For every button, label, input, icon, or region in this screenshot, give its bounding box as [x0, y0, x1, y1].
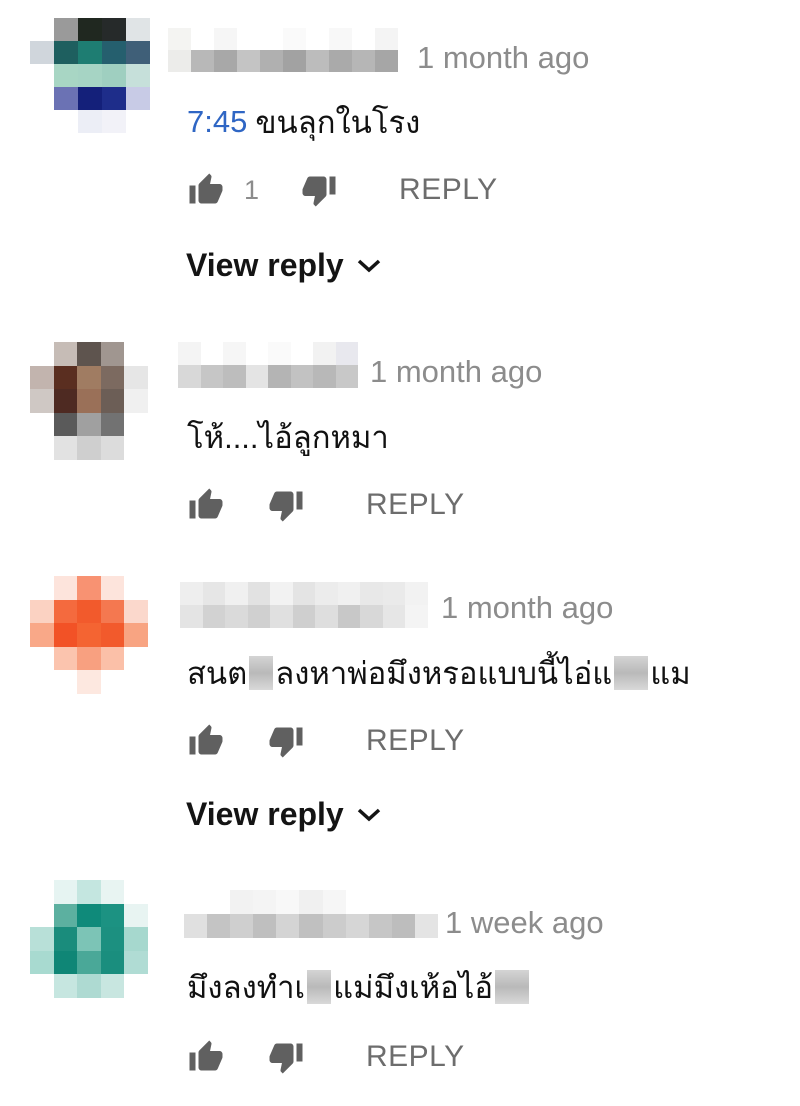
- comment-text-part: แม: [650, 656, 691, 691]
- thumbs-up-icon[interactable]: [186, 485, 226, 525]
- reply-button[interactable]: REPLY: [366, 724, 465, 758]
- reply-button[interactable]: REPLY: [399, 173, 498, 207]
- comment-text-part: แม่มึงเห้อไอ้: [333, 970, 493, 1005]
- comment-text-body: ขนลุกในโรง: [255, 105, 421, 140]
- thumbs-down-icon[interactable]: [299, 170, 339, 210]
- thumbs-down-icon[interactable]: [266, 485, 306, 525]
- thumbs-down-icon[interactable]: [266, 1037, 306, 1077]
- thumbs-up-icon[interactable]: [186, 170, 226, 210]
- comment-actions: REPLY: [186, 721, 465, 761]
- comment-actions: REPLY: [186, 485, 465, 525]
- comment-time[interactable]: 1 month ago: [370, 354, 542, 390]
- avatar[interactable]: [30, 880, 148, 998]
- comment-time[interactable]: 1 month ago: [417, 40, 589, 76]
- thumbs-up-icon[interactable]: [186, 1037, 226, 1077]
- censor-blur: [249, 656, 274, 690]
- chevron-down-icon: [356, 257, 382, 275]
- comment-actions: REPLY: [186, 1037, 465, 1077]
- author-name-blurred[interactable]: [184, 890, 438, 938]
- thumbs-down-icon[interactable]: [266, 721, 306, 761]
- author-name-blurred[interactable]: [178, 342, 358, 388]
- comment-text: 7:45 ขนลุกในโรง: [187, 97, 420, 147]
- comment-text: โห้....ไอ้ลูกหมา: [187, 412, 389, 462]
- author-name-blurred[interactable]: [168, 28, 398, 72]
- censor-blur: [495, 970, 529, 1004]
- comment-text-part: ลงหาพ่อมึงหรอแบบนี้ไอ่แ: [275, 656, 613, 691]
- avatar[interactable]: [30, 18, 150, 156]
- author-name-blurred[interactable]: [180, 582, 428, 628]
- comment-time[interactable]: 1 month ago: [441, 590, 613, 626]
- view-reply-label: View reply: [186, 247, 344, 283]
- reply-button[interactable]: REPLY: [366, 1040, 465, 1074]
- comment-text-body: โห้....ไอ้ลูกหมา: [187, 420, 389, 455]
- comment-text-part: สนต: [187, 656, 248, 691]
- view-reply-button[interactable]: View reply: [186, 247, 382, 284]
- thumbs-up-icon[interactable]: [186, 721, 226, 761]
- view-reply-button[interactable]: View reply: [186, 796, 382, 833]
- view-reply-label: View reply: [186, 796, 344, 832]
- reply-button[interactable]: REPLY: [366, 488, 465, 522]
- comment-time[interactable]: 1 week ago: [445, 905, 604, 941]
- like-count: 1: [244, 174, 260, 205]
- comment-text: สนต ลงหาพ่อมึงหรอแบบนี้ไอ่แ แม: [187, 648, 691, 698]
- avatar[interactable]: [30, 576, 148, 694]
- comment-text-part: มึงลงทำเ: [187, 970, 306, 1005]
- chevron-down-icon: [356, 806, 382, 824]
- censor-blur: [614, 656, 649, 690]
- comment-actions: 1 REPLY: [186, 170, 498, 210]
- avatar[interactable]: [30, 342, 148, 460]
- censor-blur: [307, 970, 332, 1004]
- comment-text: มึงลงทำเ แม่มึงเห้อไอ้: [187, 962, 531, 1012]
- timestamp-link[interactable]: 7:45: [187, 104, 247, 140]
